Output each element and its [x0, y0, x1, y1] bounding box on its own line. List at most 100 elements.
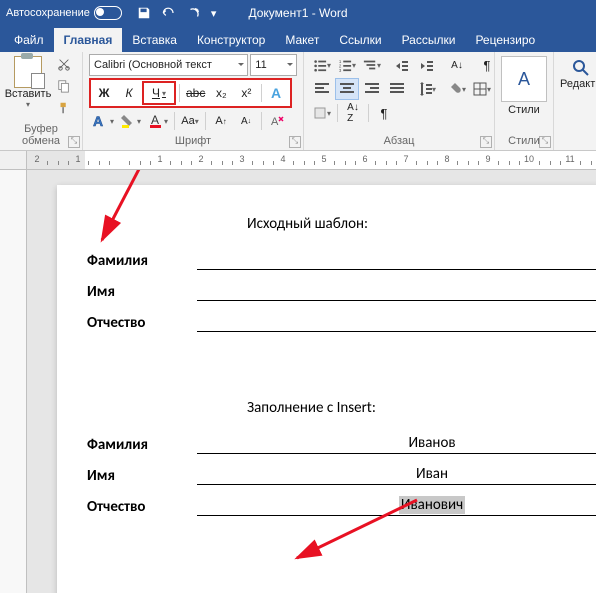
- blank-line: [197, 282, 596, 301]
- sort-2-button[interactable]: A↓Z: [341, 102, 365, 124]
- ruler-corner: [0, 151, 27, 170]
- qat-customize-icon[interactable]: ▾: [211, 7, 217, 20]
- paragraph-launcher-icon[interactable]: ⤡: [480, 136, 492, 148]
- numbering-button[interactable]: 123▾: [335, 54, 359, 76]
- field-row-surname-1: Фамилия: [87, 251, 596, 270]
- find-icon[interactable]: [571, 58, 591, 78]
- value-line: Иванович: [197, 497, 596, 516]
- section-title-1: Исходный шаблон:: [247, 215, 596, 233]
- text-effects-button[interactable]: A: [265, 82, 289, 104]
- ribbon-tabs: Файл Главная Вставка Конструктор Макет С…: [0, 26, 596, 52]
- editing-label: Редакти: [560, 78, 596, 90]
- superscript-button[interactable]: x²: [234, 82, 258, 104]
- styles-launcher-icon[interactable]: ⤡: [539, 136, 551, 148]
- strikethrough-button[interactable]: abc: [183, 82, 208, 104]
- clipboard-launcher-icon[interactable]: ⤡: [68, 136, 80, 148]
- tab-insert[interactable]: Вставка: [122, 28, 187, 52]
- shrink-font-button[interactable]: A↓: [234, 110, 258, 132]
- align-left-button[interactable]: [310, 78, 334, 100]
- section-title-2: Заполнение с Insert:: [247, 399, 596, 417]
- document-area: Исходный шаблон: Фамилия Имя Отчество За…: [0, 170, 596, 593]
- ruler-horizontal-area: 211234567891011: [0, 151, 596, 170]
- field-row-name-1: Имя: [87, 282, 596, 301]
- multilevel-list-button[interactable]: ▾: [360, 54, 384, 76]
- font-color-button[interactable]: A▾: [145, 110, 171, 132]
- highlight-button[interactable]: ▾: [118, 110, 144, 132]
- tab-mailings[interactable]: Рассылки: [392, 28, 466, 52]
- value-line: Иванов: [197, 435, 596, 454]
- value-patronymic: Иванович: [399, 496, 465, 514]
- tab-layout[interactable]: Макет: [275, 28, 329, 52]
- italic-button[interactable]: К: [117, 82, 141, 104]
- svg-text:3: 3: [339, 68, 342, 72]
- shading-button[interactable]: ▾: [445, 78, 469, 100]
- bullets-button[interactable]: ▾: [310, 54, 334, 76]
- tab-home[interactable]: Главная: [54, 28, 123, 52]
- subscript-button[interactable]: x₂: [209, 82, 233, 104]
- autosave-toggle[interactable]: Автосохранение: [6, 6, 122, 20]
- quick-access-toolbar: ▾: [137, 6, 217, 20]
- label-patronymic: Отчество: [87, 498, 197, 516]
- blank-line: [197, 313, 596, 332]
- page: Исходный шаблон: Фамилия Имя Отчество За…: [57, 185, 596, 593]
- shading-icon-2[interactable]: ▾: [310, 102, 334, 124]
- tab-review[interactable]: Рецензиро: [465, 28, 545, 52]
- font-size-combo[interactable]: 11: [250, 54, 297, 76]
- clear-formatting-button[interactable]: A: [265, 110, 289, 132]
- title-bar: Автосохранение ▾ Документ1 - Word: [0, 0, 596, 26]
- grow-font-button[interactable]: A↑: [209, 110, 233, 132]
- change-case-button[interactable]: Aa▾: [178, 110, 202, 132]
- paste-button[interactable]: Вставить ▾: [6, 54, 50, 118]
- underline-label: Ч: [152, 86, 160, 100]
- svg-text:A: A: [93, 113, 103, 129]
- decrease-indent-button[interactable]: [390, 54, 414, 76]
- justify-button[interactable]: [385, 78, 409, 100]
- document-canvas[interactable]: Исходный шаблон: Фамилия Имя Отчество За…: [27, 170, 596, 593]
- ruler-vertical[interactable]: [0, 170, 27, 593]
- align-center-button[interactable]: [335, 78, 359, 100]
- svg-text:A: A: [151, 113, 159, 127]
- label-name: Имя: [87, 283, 197, 301]
- toggle-off-icon[interactable]: [94, 6, 122, 20]
- line-spacing-button[interactable]: ▾: [415, 78, 439, 100]
- tab-file[interactable]: Файл: [4, 28, 54, 52]
- label-surname: Фамилия: [87, 252, 197, 270]
- align-right-button[interactable]: [360, 78, 384, 100]
- cut-button[interactable]: [52, 54, 76, 74]
- label-surname: Фамилия: [87, 436, 197, 454]
- copy-button[interactable]: [52, 76, 76, 96]
- font-name-combo[interactable]: Calibri (Основной текст: [89, 54, 248, 76]
- bold-button[interactable]: Ж: [92, 82, 116, 104]
- save-icon[interactable]: [137, 6, 151, 20]
- svg-text:A: A: [271, 85, 281, 101]
- value-line: Иван: [197, 466, 596, 485]
- group-label-clipboard: Буфер обмена: [6, 121, 76, 150]
- ribbon: Вставить ▾ Буфер обмена ⤡ Calibri (Основ…: [0, 52, 596, 151]
- underline-button[interactable]: Ч ▾: [142, 81, 176, 105]
- document-title: Документ1 - Word: [248, 6, 347, 20]
- tab-references[interactable]: Ссылки: [329, 28, 391, 52]
- paste-icon: [14, 56, 42, 88]
- undo-icon[interactable]: [161, 6, 177, 20]
- group-paragraph: ▾ 123▾ ▾ A↓ ¶ ▾ ▾ ▾ ▾ A↓Z ¶: [304, 52, 495, 150]
- borders-button[interactable]: ▾: [470, 78, 494, 100]
- format-painter-button[interactable]: [52, 98, 76, 118]
- group-font: Calibri (Основной текст 11 Ж К Ч ▾ abc x…: [83, 52, 304, 150]
- group-editing: Редакти: [554, 52, 596, 150]
- redo-icon[interactable]: [187, 6, 201, 20]
- paragraph-marks-button[interactable]: ¶: [372, 102, 396, 124]
- tab-design[interactable]: Конструктор: [187, 28, 275, 52]
- svg-text:A: A: [271, 116, 279, 128]
- field-row-surname-2: Фамилия Иванов: [87, 435, 596, 454]
- styles-label: Стили: [501, 104, 547, 116]
- field-row-name-2: Имя Иван: [87, 466, 596, 485]
- ruler-horizontal[interactable]: 211234567891011: [27, 151, 596, 170]
- group-label-paragraph: Абзац: [310, 133, 488, 150]
- text-effects-gallery-button[interactable]: A▾: [89, 110, 117, 132]
- sort-button[interactable]: A↓: [445, 54, 469, 76]
- value-name: Иван: [416, 465, 448, 483]
- increase-indent-button[interactable]: [415, 54, 439, 76]
- font-launcher-icon[interactable]: ⤡: [289, 136, 301, 148]
- group-clipboard: Вставить ▾ Буфер обмена ⤡: [0, 52, 83, 150]
- styles-gallery-button[interactable]: A: [501, 56, 547, 102]
